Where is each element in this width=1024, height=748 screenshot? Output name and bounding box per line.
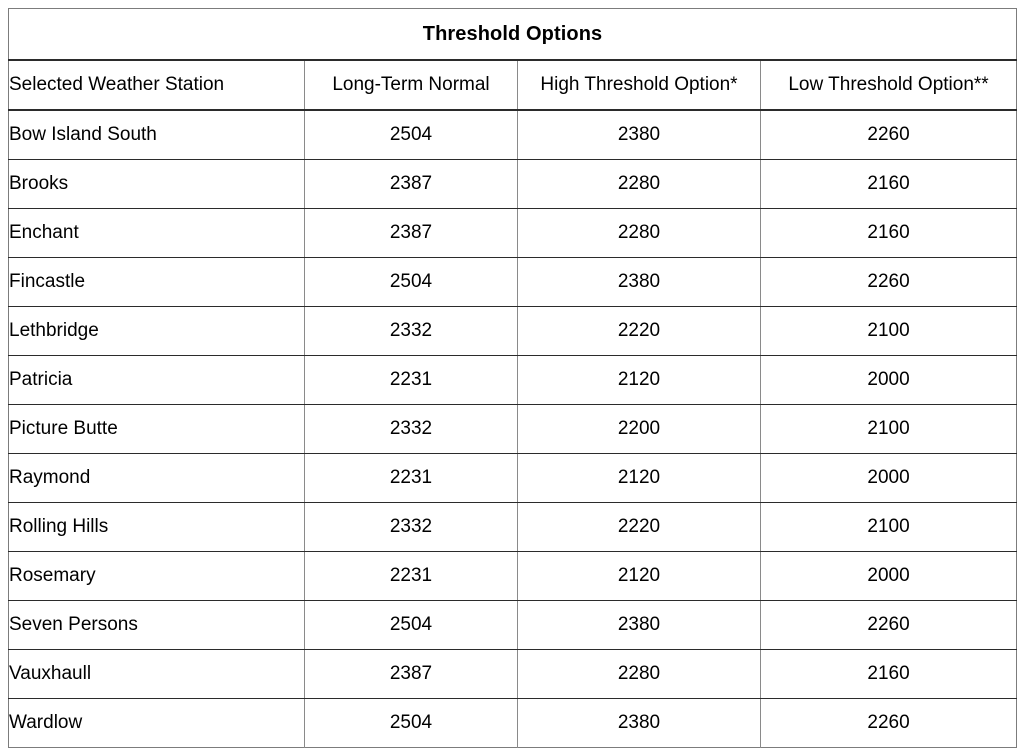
cell-high-threshold: 2380 <box>517 600 761 650</box>
cell-high-threshold: 2120 <box>517 355 761 405</box>
cell-low-threshold: 2000 <box>760 355 1017 405</box>
table-row: Fincastle 2504 2380 2260 <box>8 257 1017 307</box>
table-row: Rolling Hills 2332 2220 2100 <box>8 502 1017 552</box>
cell-long-term-normal: 2332 <box>304 306 518 356</box>
column-header-high-threshold-option: High Threshold Option* <box>517 60 761 111</box>
table-title: Threshold Options <box>8 8 1017 61</box>
cell-station: Wardlow <box>8 698 305 748</box>
table-row: Enchant 2387 2280 2160 <box>8 208 1017 258</box>
table-row: Brooks 2387 2280 2160 <box>8 159 1017 209</box>
cell-high-threshold: 2220 <box>517 306 761 356</box>
cell-station: Bow Island South <box>8 110 305 160</box>
cell-station: Raymond <box>8 453 305 503</box>
cell-station: Rolling Hills <box>8 502 305 552</box>
cell-station: Patricia <box>8 355 305 405</box>
cell-high-threshold: 2120 <box>517 551 761 601</box>
table-row: Bow Island South 2504 2380 2260 <box>8 110 1017 160</box>
column-header-station: Selected Weather Station <box>8 60 305 111</box>
table-row: Seven Persons 2504 2380 2260 <box>8 600 1017 650</box>
cell-high-threshold: 2380 <box>517 257 761 307</box>
cell-long-term-normal: 2387 <box>304 159 518 209</box>
cell-high-threshold: 2200 <box>517 404 761 454</box>
table-body: Bow Island South 2504 2380 2260 Brooks 2387 22… <box>8 110 1017 748</box>
cell-long-term-normal: 2332 <box>304 502 518 552</box>
cell-long-term-normal: 2504 <box>304 600 518 650</box>
cell-low-threshold: 2100 <box>760 404 1017 454</box>
cell-low-threshold: 2260 <box>867 712 910 733</box>
cell-long-term-normal: 2231 <box>304 551 518 601</box>
table-row: Picture Butte 2332 2200 2100 <box>8 404 1017 454</box>
cell-low-threshold: 2100 <box>760 306 1017 356</box>
cell-long-term-normal: 2387 <box>304 208 518 258</box>
cell-long-term-normal: 2332 <box>304 404 518 454</box>
cell-high-threshold: 2120 <box>517 453 761 503</box>
table-row: Raymond 2231 2120 2000 <box>8 453 1017 503</box>
table-row: Vauxhaull 2387 2280 2160 <box>8 649 1017 699</box>
column-header-long-term-normal: Long-Term Normal <box>304 60 518 111</box>
cell-low-threshold: 2100 <box>760 502 1017 552</box>
column-header-row: Selected Weather Station Long-Term Norma… <box>8 60 1017 111</box>
cell-station: Vauxhaull <box>8 649 305 699</box>
threshold-options-table: Threshold Options Selected Weather Stati… <box>8 8 1018 748</box>
cell-high-threshold: 2280 <box>517 159 761 209</box>
cell-station: Picture Butte <box>8 404 305 454</box>
cell-low-threshold: 2000 <box>760 453 1017 503</box>
cell-long-term-normal: 2231 <box>304 355 518 405</box>
cell-station: Fincastle <box>8 257 305 307</box>
cell-long-term-normal: 2504 <box>304 110 518 160</box>
cell-low-threshold: 2160 <box>760 159 1017 209</box>
column-header-low-threshold-option: Low Threshold Option** <box>760 60 1017 111</box>
cell-long-term-normal: 2504 <box>304 698 518 748</box>
table-title-row: Threshold Options <box>8 8 1017 61</box>
cell-low-threshold: 2160 <box>760 649 1017 699</box>
cell-high-threshold: 2280 <box>517 208 761 258</box>
table-row: Wardlow 2504 2380 2260 <box>8 698 1017 748</box>
cell-station: Rosemary <box>8 551 305 601</box>
cell-long-term-normal: 2231 <box>304 453 518 503</box>
cell-low-threshold: 2260 <box>760 257 1017 307</box>
cell-station: Brooks <box>8 159 305 209</box>
cell-high-threshold: 2380 <box>517 698 761 748</box>
cell-high-threshold: 2280 <box>517 649 761 699</box>
cell-low-threshold: 2260 <box>760 600 1017 650</box>
table-header: Threshold Options Selected Weather Stati… <box>8 8 1017 111</box>
cell-low-threshold: 2260 <box>760 110 1017 160</box>
cell-station: Enchant <box>8 208 305 258</box>
threshold-table-container: Threshold Options Selected Weather Stati… <box>8 8 1018 748</box>
table-row: Patricia 2231 2120 2000 <box>8 355 1017 405</box>
cell-low-threshold: 2160 <box>760 208 1017 258</box>
table-row: Rosemary 2231 2120 2000 <box>8 551 1017 601</box>
table-row: Lethbridge 2332 2220 2100 <box>8 306 1017 356</box>
cell-high-threshold: 2220 <box>517 502 761 552</box>
cell-high-threshold: 2380 <box>517 110 761 160</box>
cell-low-threshold: 2000 <box>760 551 1017 601</box>
cell-long-term-normal: 2504 <box>304 257 518 307</box>
cell-long-term-normal: 2387 <box>304 649 518 699</box>
cell-station: Seven Persons <box>8 600 305 650</box>
cell-station: Lethbridge <box>8 306 305 356</box>
